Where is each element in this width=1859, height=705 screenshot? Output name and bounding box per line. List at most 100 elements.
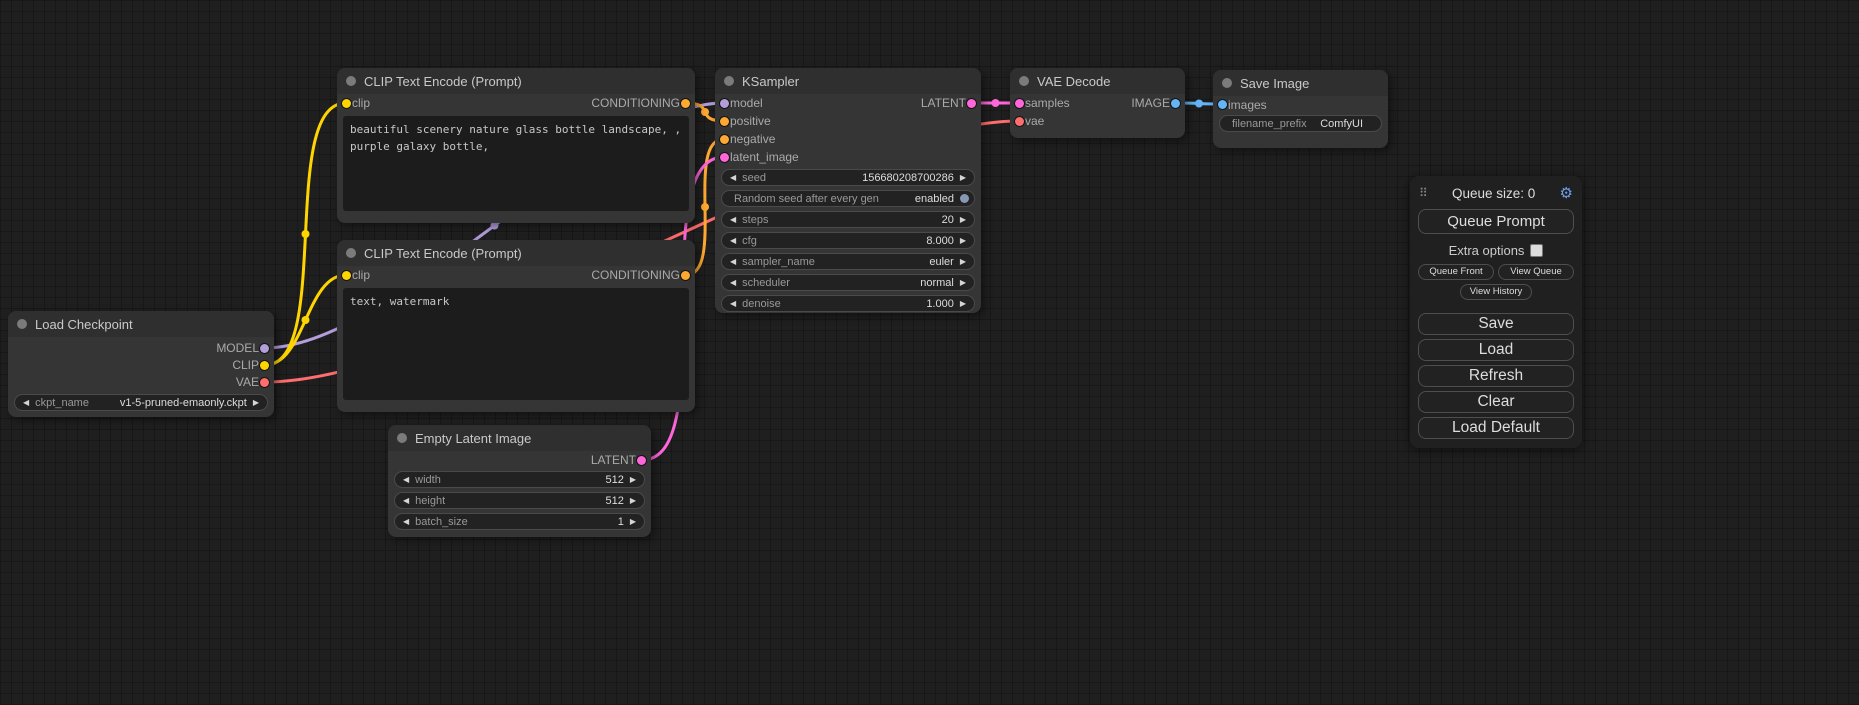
slot-row: latent_image: [715, 148, 981, 166]
input-slot-label: model: [730, 96, 763, 110]
arrow-right-icon[interactable]: ▶: [630, 476, 636, 484]
widget-label: denoise: [742, 298, 781, 310]
queue-front-button[interactable]: Queue Front: [1418, 264, 1494, 280]
queue-prompt-button[interactable]: Queue Prompt: [1418, 209, 1574, 234]
input-slot-label: negative: [730, 132, 775, 146]
node-title-bar[interactable]: Load Checkpoint: [8, 311, 274, 337]
prompt-textarea[interactable]: text, watermark: [343, 288, 689, 400]
node-title-bar[interactable]: KSampler: [715, 68, 981, 94]
widget-ckpt-name[interactable]: ◀ ckpt_name v1-5-pruned-emaonly.ckpt ▶: [14, 394, 268, 411]
arrow-left-icon[interactable]: ◀: [730, 237, 736, 245]
arrow-right-icon[interactable]: ▶: [630, 497, 636, 505]
widget-value: ComfyUI: [1320, 118, 1363, 130]
slot-dot-latent-image-input[interactable]: [720, 153, 729, 162]
view-history-button[interactable]: View History: [1460, 284, 1532, 300]
slot-dot-latent-output[interactable]: [967, 99, 976, 108]
node-collapse-dot[interactable]: [17, 319, 27, 329]
slot-dot-conditioning-output[interactable]: [681, 99, 690, 108]
input-slot-label: samples: [1025, 96, 1070, 110]
node-title-bar[interactable]: CLIP Text Encode (Prompt): [337, 240, 695, 266]
node-title-bar[interactable]: CLIP Text Encode (Prompt): [337, 68, 695, 94]
node-title: CLIP Text Encode (Prompt): [364, 246, 522, 261]
slot-dot-vae-input[interactable]: [1015, 117, 1024, 126]
node-empty-latent-image[interactable]: Empty Latent Image LATENT ◀ width 512 ▶ …: [388, 425, 651, 537]
arrow-right-icon[interactable]: ▶: [253, 399, 259, 407]
slot-dot-images-input[interactable]: [1218, 100, 1227, 109]
slot-row: samples IMAGE: [1010, 94, 1185, 112]
node-title-bar[interactable]: Empty Latent Image: [388, 425, 651, 451]
node-title-bar[interactable]: VAE Decode: [1010, 68, 1185, 94]
slot-dot-negative-input[interactable]: [720, 135, 729, 144]
arrow-right-icon[interactable]: ▶: [630, 518, 636, 526]
toggle-knob[interactable]: [960, 194, 969, 203]
node-collapse-dot[interactable]: [397, 433, 407, 443]
slot-dot-positive-input[interactable]: [720, 117, 729, 126]
widget-batch-size[interactable]: ◀ batch_size 1 ▶: [394, 513, 645, 530]
slot-dot-clip-input[interactable]: [342, 99, 351, 108]
slot-dot-clip-output[interactable]: [260, 361, 269, 370]
slot-dot-clip-input[interactable]: [342, 271, 351, 280]
node-collapse-dot[interactable]: [1222, 78, 1232, 88]
widget-scheduler[interactable]: ◀ scheduler normal ▶: [721, 274, 975, 291]
arrow-left-icon[interactable]: ◀: [403, 497, 409, 505]
drag-handle-icon[interactable]: ⠿: [1419, 186, 1428, 200]
arrow-right-icon[interactable]: ▶: [960, 258, 966, 266]
arrow-left-icon[interactable]: ◀: [403, 476, 409, 484]
save-button[interactable]: Save: [1418, 313, 1574, 335]
node-collapse-dot[interactable]: [724, 76, 734, 86]
node-vae-decode[interactable]: VAE Decode samples IMAGE vae: [1010, 68, 1185, 138]
arrow-left-icon[interactable]: ◀: [730, 174, 736, 182]
arrow-right-icon[interactable]: ▶: [960, 237, 966, 245]
wire-midpoint-dot: [302, 316, 310, 324]
arrow-left-icon[interactable]: ◀: [403, 518, 409, 526]
slot-dot-model-output[interactable]: [260, 344, 269, 353]
arrow-right-icon[interactable]: ▶: [960, 279, 966, 287]
widget-filename-prefix[interactable]: filename_prefix ComfyUI: [1219, 115, 1382, 132]
wire-midpoint-dot: [992, 99, 1000, 107]
widget-denoise[interactable]: ◀ denoise 1.000 ▶: [721, 295, 975, 312]
widget-width[interactable]: ◀ width 512 ▶: [394, 471, 645, 488]
slot-row: images: [1213, 96, 1388, 114]
view-queue-button[interactable]: View Queue: [1498, 264, 1574, 280]
widget-random-seed-toggle[interactable]: Random seed after every gen enabled: [721, 190, 975, 207]
arrow-right-icon[interactable]: ▶: [960, 216, 966, 224]
widget-seed[interactable]: ◀ seed 156680208700286 ▶: [721, 169, 975, 186]
slot-dot-vae-output[interactable]: [260, 378, 269, 387]
load-default-button[interactable]: Load Default: [1418, 417, 1574, 439]
settings-gear-icon[interactable]: ⚙: [1560, 184, 1573, 202]
node-clip-text-encode-positive[interactable]: CLIP Text Encode (Prompt) clip CONDITION…: [337, 68, 695, 223]
load-button[interactable]: Load: [1418, 339, 1574, 361]
slot-dot-samples-input[interactable]: [1015, 99, 1024, 108]
node-title-bar[interactable]: Save Image: [1213, 70, 1388, 96]
extra-options-checkbox[interactable]: [1530, 244, 1543, 257]
slot-dot-conditioning-output[interactable]: [681, 271, 690, 280]
refresh-button[interactable]: Refresh: [1418, 365, 1574, 387]
arrow-left-icon[interactable]: ◀: [730, 216, 736, 224]
node-collapse-dot[interactable]: [1019, 76, 1029, 86]
widget-sampler-name[interactable]: ◀ sampler_name euler ▶: [721, 253, 975, 270]
slot-dot-image-output[interactable]: [1171, 99, 1180, 108]
arrow-left-icon[interactable]: ◀: [23, 399, 29, 407]
arrow-right-icon[interactable]: ▶: [960, 300, 966, 308]
arrow-right-icon[interactable]: ▶: [960, 174, 966, 182]
arrow-left-icon[interactable]: ◀: [730, 279, 736, 287]
arrow-left-icon[interactable]: ◀: [730, 300, 736, 308]
node-graph-canvas[interactable]: Load Checkpoint MODEL CLIP VAE ◀ ckpt_na…: [0, 0, 1859, 705]
queue-menu-panel: ⠿ Queue size: 0 ⚙ Queue Prompt Extra opt…: [1410, 176, 1582, 448]
widget-label: seed: [742, 172, 766, 184]
prompt-textarea[interactable]: beautiful scenery nature glass bottle la…: [343, 116, 689, 211]
clear-button[interactable]: Clear: [1418, 391, 1574, 413]
node-clip-text-encode-negative[interactable]: CLIP Text Encode (Prompt) clip CONDITION…: [337, 240, 695, 412]
node-collapse-dot[interactable]: [346, 248, 356, 258]
node-ksampler[interactable]: KSampler model LATENT positive negative …: [715, 68, 981, 313]
node-save-image[interactable]: Save Image images filename_prefix ComfyU…: [1213, 70, 1388, 148]
widget-cfg[interactable]: ◀ cfg 8.000 ▶: [721, 232, 975, 249]
arrow-left-icon[interactable]: ◀: [730, 258, 736, 266]
slot-dot-latent-output[interactable]: [637, 456, 646, 465]
node-load-checkpoint[interactable]: Load Checkpoint MODEL CLIP VAE ◀ ckpt_na…: [8, 311, 274, 417]
widget-height[interactable]: ◀ height 512 ▶: [394, 492, 645, 509]
node-collapse-dot[interactable]: [346, 76, 356, 86]
widget-steps[interactable]: ◀ steps 20 ▶: [721, 211, 975, 228]
input-slot-label: clip: [352, 268, 370, 282]
slot-dot-model-input[interactable]: [720, 99, 729, 108]
